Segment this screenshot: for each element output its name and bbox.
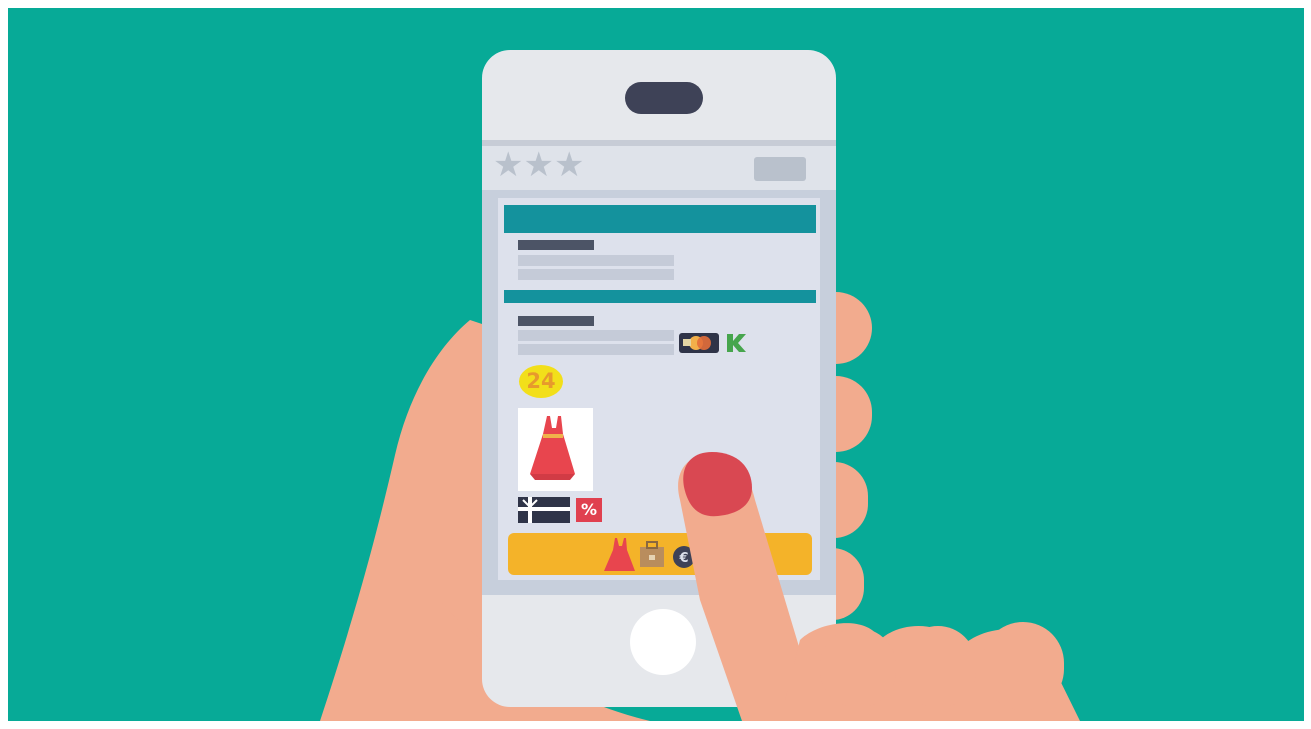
star-icon: ★ xyxy=(553,145,585,185)
rating-stars: ★★★ xyxy=(493,148,584,182)
star-icon: ★ xyxy=(523,145,554,185)
percent-icon[interactable]: % xyxy=(576,498,602,522)
star-icon: ★ xyxy=(493,145,524,185)
illustration-scene: € ★★★ 24 % xyxy=(8,8,1304,721)
delivery-24-badge: 24 xyxy=(519,365,563,398)
